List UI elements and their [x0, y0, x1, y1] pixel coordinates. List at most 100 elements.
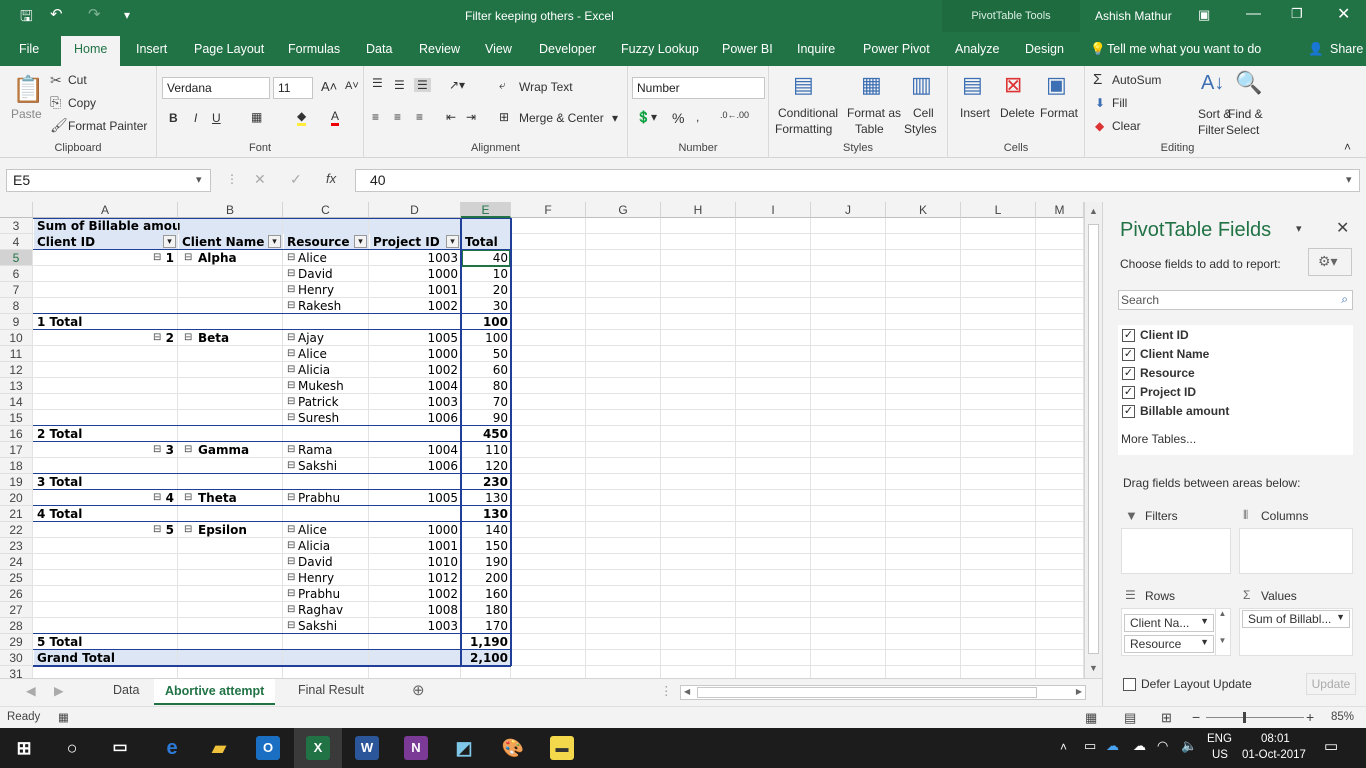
row-header-3[interactable]: 3 [0, 218, 33, 234]
cell-e25[interactable]: 200 [462, 570, 510, 586]
cell-a4[interactable]: Client ID [34, 234, 177, 250]
cell-d26[interactable]: 1002 [370, 586, 460, 602]
collapse-icon[interactable]: ⊟ [184, 330, 194, 346]
fill-button[interactable]: Fill [1112, 96, 1127, 110]
row-header-30[interactable]: 30 [0, 650, 33, 666]
more-tables-link[interactable]: More Tables... [1121, 432, 1196, 446]
select-all-corner[interactable] [0, 202, 33, 218]
cell-e17[interactable]: 110 [462, 442, 510, 458]
zoom-slider[interactable] [1206, 717, 1304, 718]
cell-styles-button[interactable]: Cell [913, 106, 934, 120]
insert-cells-button[interactable]: Insert [960, 106, 990, 120]
column-header-g[interactable]: G [586, 202, 661, 218]
cell-d27[interactable]: 1008 [370, 602, 460, 618]
next-sheet-icon[interactable]: ▶ [54, 683, 64, 698]
scroll-left-icon[interactable]: ◀ [684, 687, 690, 696]
row-header-16[interactable]: 16 [0, 426, 33, 442]
snipping-tool-icon[interactable]: ◩ [452, 736, 476, 760]
customize-qat-icon[interactable]: ▾ [124, 8, 130, 22]
row-header-26[interactable]: 26 [0, 586, 33, 602]
rows-scrollbar[interactable]: ▲ ▼ [1215, 609, 1229, 655]
collapse-icon[interactable]: ⊟ [287, 570, 297, 586]
name-box[interactable]: E5 [6, 169, 211, 192]
cell-e8[interactable]: 30 [462, 298, 510, 314]
cell-e20[interactable]: 130 [462, 490, 510, 506]
font-color-icon[interactable]: A [331, 109, 340, 126]
cell-e27[interactable]: 180 [462, 602, 510, 618]
row-field-dropdown-icon[interactable]: ▼ [1200, 637, 1209, 647]
pane-close-icon[interactable]: ✕ [1336, 218, 1349, 238]
excel-icon[interactable]: X [306, 736, 330, 760]
normal-view-icon[interactable]: ▦ [1085, 710, 1097, 726]
cell-d10[interactable]: 1005 [370, 330, 460, 346]
delete-cells-button[interactable]: Delete [1000, 106, 1035, 120]
tab-page-layout[interactable]: Page Layout [194, 42, 264, 56]
row-header-24[interactable]: 24 [0, 554, 33, 570]
columns-drop-area[interactable] [1239, 528, 1353, 574]
zoom-level[interactable]: 85% [1331, 711, 1354, 723]
column-header-l[interactable]: L [961, 202, 1036, 218]
name-box-dropdown-icon[interactable]: ▾ [196, 173, 202, 186]
cell-a21[interactable]: 4 Total [34, 506, 460, 522]
conditional-formatting-button[interactable]: Conditional [778, 106, 838, 120]
cell-a9[interactable]: 1 Total [34, 314, 460, 330]
paste-button[interactable]: Paste [11, 107, 42, 121]
grow-font-icon[interactable]: A˄ [321, 79, 337, 94]
column-header-a[interactable]: A [33, 202, 178, 218]
word-icon[interactable]: W [355, 736, 379, 760]
fill-color-icon[interactable]: ◆ [297, 109, 307, 126]
filter-dropdown-icon[interactable]: ▾ [268, 235, 281, 248]
cell-a16[interactable]: 2 Total [34, 426, 460, 442]
format-painter-button[interactable]: Format Painter [68, 119, 147, 133]
italic-icon[interactable]: I [194, 111, 197, 125]
tab-design[interactable]: Design [1025, 42, 1064, 56]
cell-d22[interactable]: 1000 [370, 522, 460, 538]
column-header-e[interactable]: E [461, 202, 511, 218]
wrap-text-button[interactable]: Wrap Text [519, 80, 573, 94]
collapse-icon[interactable]: ⊟ [153, 522, 163, 538]
rows-drop-area[interactable]: Client Na... ▼ Resource ▼ ▲ ▼ [1121, 608, 1231, 656]
cell-e10[interactable]: 100 [462, 330, 510, 346]
collapse-icon[interactable]: ⊟ [287, 298, 297, 314]
column-header-h[interactable]: H [661, 202, 736, 218]
cancel-entry-icon[interactable]: ✕ [254, 171, 266, 188]
accounting-icon[interactable]: 💲▾ [636, 110, 657, 124]
cut-button[interactable]: Cut [68, 73, 87, 87]
field-project-id[interactable]: Project ID [1140, 385, 1196, 399]
cell-d28[interactable]: 1003 [370, 618, 460, 634]
bold-icon[interactable]: B [169, 111, 178, 125]
search-input[interactable]: Search [1121, 293, 1159, 307]
cell-e11[interactable]: 50 [462, 346, 510, 362]
row-header-29[interactable]: 29 [0, 634, 33, 650]
values-drop-area[interactable]: Sum of Billabl... ▼ [1239, 608, 1353, 656]
field-search-box[interactable]: Search ⌕ [1118, 290, 1353, 310]
cell-d7[interactable]: 1001 [370, 282, 460, 298]
center-icon[interactable]: ≡ [394, 110, 401, 124]
defer-layout-checkbox[interactable] [1123, 678, 1136, 691]
column-header-k[interactable]: K [886, 202, 961, 218]
row-header-6[interactable]: 6 [0, 266, 33, 282]
tab-fuzzy-lookup[interactable]: Fuzzy Lookup [621, 42, 699, 56]
autosum-button[interactable]: AutoSum [1112, 73, 1161, 87]
tab-power-pivot[interactable]: Power Pivot [863, 42, 930, 56]
conditional-formatting-button-line2[interactable]: Formatting [775, 122, 832, 136]
copy-button[interactable]: Copy [68, 96, 96, 110]
cell-e30[interactable]: 2,100 [462, 650, 510, 666]
cell-d18[interactable]: 1006 [370, 458, 460, 474]
cell-a29[interactable]: 5 Total [34, 634, 460, 650]
onenote-icon[interactable]: N [404, 736, 428, 760]
cloud-icon[interactable]: ☁ [1133, 738, 1146, 754]
gear-icon[interactable]: ⚙▾ [1308, 248, 1352, 276]
row-header-20[interactable]: 20 [0, 490, 33, 506]
file-explorer-icon[interactable]: ▰ [207, 736, 231, 760]
collapse-icon[interactable]: ⊟ [287, 602, 297, 618]
row-field-resource[interactable]: Resource ▼ [1124, 635, 1214, 653]
clear-button[interactable]: Clear [1112, 119, 1141, 133]
column-header-d[interactable]: D [369, 202, 461, 218]
ribbon-display-icon[interactable]: ▣ [1198, 7, 1210, 23]
cell-e19[interactable]: 230 [462, 474, 510, 490]
clock-time[interactable]: 08:01 [1261, 733, 1290, 745]
cell-e15[interactable]: 90 [462, 410, 510, 426]
tab-view[interactable]: View [485, 42, 512, 56]
row-header-11[interactable]: 11 [0, 346, 33, 362]
